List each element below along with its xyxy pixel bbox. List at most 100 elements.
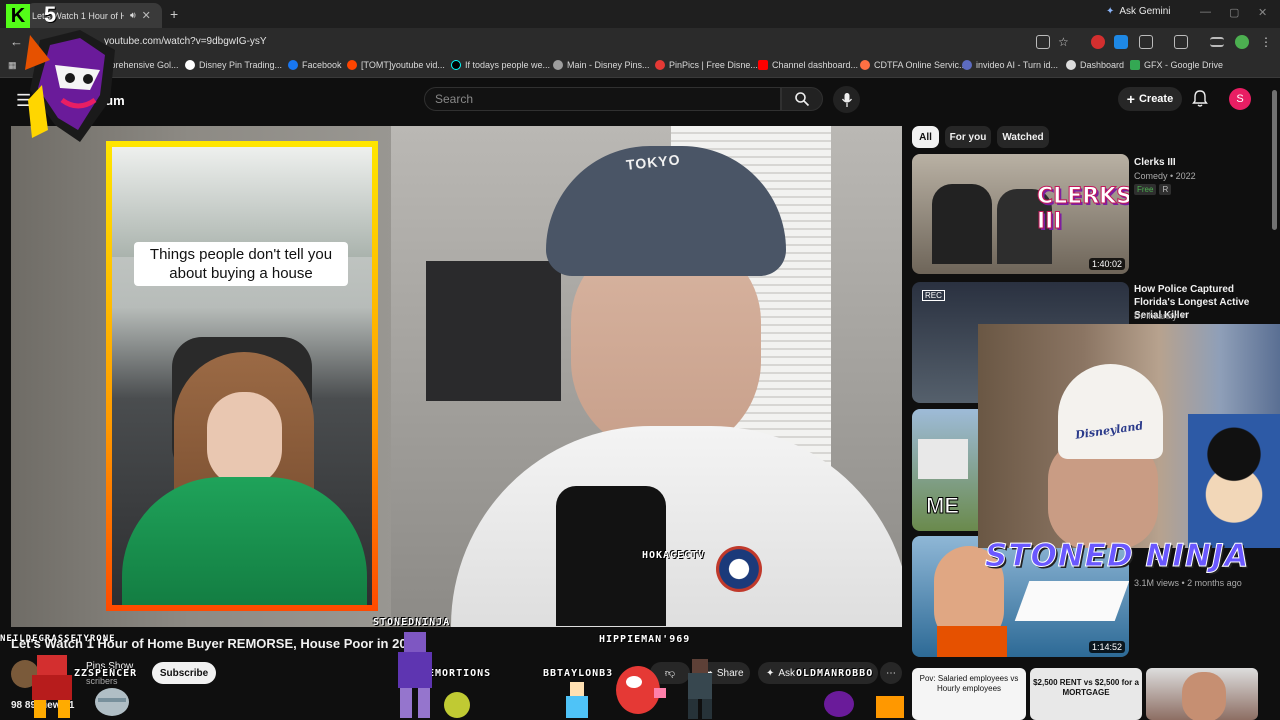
create-label: Create <box>1138 93 1174 105</box>
woman-hoodie <box>122 477 367 605</box>
google-drive-icon <box>1130 60 1140 70</box>
subscribe-button[interactable]: Subscribe <box>152 662 216 684</box>
short-thumbnail[interactable]: Pov: Salaried employees vs Hourly employ… <box>912 668 1026 720</box>
chat-name-stoned: STONEDNINJA <box>373 617 451 628</box>
extension-blue-icon[interactable] <box>1114 35 1128 49</box>
chip-watched[interactable]: Watched <box>997 126 1049 148</box>
microphone-icon <box>841 92 852 107</box>
sparkle-icon: ✦ <box>766 667 775 679</box>
bookmark-item[interactable]: CDTFA Online Servic... <box>860 60 967 70</box>
create-button[interactable]: + Create <box>1118 87 1182 111</box>
menu-dots-icon[interactable]: ⋮ <box>1260 35 1274 49</box>
new-tab-icon[interactable]: + <box>170 6 178 22</box>
tiktok-caption: Things people don't tell you about buyin… <box>134 242 348 286</box>
related-title[interactable]: Clerks III <box>1134 156 1272 169</box>
search-button[interactable] <box>781 87 823 111</box>
dashboard-icon <box>1066 60 1076 70</box>
bookmark-item[interactable]: Main - Disney Pins... <box>553 60 650 70</box>
mickey-blanket <box>1188 414 1280 548</box>
chip-all[interactable]: All <box>912 126 939 148</box>
ask-gemini-button[interactable]: ✦ Ask Gemini <box>1106 6 1171 17</box>
thumb-face <box>1182 672 1226 720</box>
maximize-icon[interactable]: ▢ <box>1229 6 1239 19</box>
thumb-ship <box>1014 581 1129 621</box>
bookmark-item[interactable]: Channel dashboard... <box>758 60 858 70</box>
ask-label: Ask <box>778 667 796 679</box>
minimize-icon[interactable]: — <box>1200 6 1211 18</box>
thumb-vest <box>937 626 1007 657</box>
streamer-name-overlay: STONED NINJA <box>984 538 1250 575</box>
search-input[interactable]: Search <box>424 87 781 111</box>
thumb-text: ME <box>926 493 960 519</box>
verified-icon: ✔︎ <box>1179 311 1188 321</box>
thumb-house <box>918 439 968 479</box>
bookmark-item[interactable]: Dashboard <box>1066 60 1124 70</box>
related-badges: Free R <box>1134 184 1174 195</box>
chat-name-hokage: HOKAGECTV <box>642 550 706 561</box>
bookmark-item[interactable]: GFX - Google Drive <box>1130 60 1223 70</box>
disney-icon <box>185 60 195 70</box>
profile-icon[interactable] <box>1235 35 1249 49</box>
channel-label: Dr Insanity <box>1134 311 1178 321</box>
install-app-icon[interactable] <box>1036 35 1050 49</box>
duration-badge: 1:40:02 <box>1088 258 1125 270</box>
invideo-icon <box>962 60 972 70</box>
short-caption: Pov: Salaried employees vs Hourly employ… <box>919 674 1019 693</box>
related-thumbnail[interactable]: CLERKS III 1:40:02 <box>912 154 1129 274</box>
related-meta: Comedy • 2022 <box>1134 171 1196 181</box>
free-badge: Free <box>1134 184 1157 195</box>
bookmark-item[interactable]: [TOMT]youtube vid... <box>347 60 445 70</box>
tab-close-icon[interactable]: ✕ <box>142 9 151 22</box>
window-close-icon[interactable]: ✕ <box>1258 6 1267 19</box>
duration-badge: 1:14:52 <box>1088 641 1125 653</box>
chat-name-oldman: OLDMANROBBO <box>796 668 874 679</box>
youtube-icon <box>758 60 768 70</box>
video-title: Let's Watch 1 Hour of Home Buyer REMORSE… <box>11 636 422 651</box>
notifications-button[interactable] <box>1192 90 1208 113</box>
sprite-icon <box>444 692 470 718</box>
media-controls-icon[interactable] <box>1210 37 1224 47</box>
short-thumbnail[interactable] <box>1146 668 1258 720</box>
bookmark-item[interactable]: PinPics | Free Disne... <box>655 60 758 70</box>
sprite-icon <box>398 632 432 718</box>
sprite-icon <box>95 688 129 716</box>
bookmark-label: PinPics | Free Disne... <box>669 60 758 70</box>
short-caption: $2,500 RENT vs $2,500 for a MORTGAGE <box>1033 678 1139 697</box>
streamer-cap <box>1058 364 1163 459</box>
kick-k-icon: K <box>6 4 30 28</box>
short-thumbnail[interactable]: $2,500 RENT vs $2,500 for a MORTGAGE <box>1030 668 1142 720</box>
apps-grid-icon[interactable]: ▦ <box>8 60 17 71</box>
page-scrollbar[interactable] <box>1272 90 1277 230</box>
extensions-puzzle-icon[interactable] <box>1139 35 1153 49</box>
more-actions-button[interactable]: ⋯ <box>880 662 902 684</box>
screen: Let's Watch 1 Hour of Home 🔊︎ ✕ + ✦ Ask … <box>0 0 1280 720</box>
bookmark-item[interactable]: invideo AI - Turn id... <box>962 60 1058 70</box>
pin-icon <box>553 60 563 70</box>
bookmark-label: Disney Pin Trading... <box>199 60 283 70</box>
rating-badge: R <box>1159 184 1172 195</box>
user-avatar[interactable]: S <box>1229 88 1251 110</box>
bookmark-label: Main - Disney Pins... <box>567 60 650 70</box>
browser-tab-bar: Let's Watch 1 Hour of Home 🔊︎ ✕ + ✦ Ask … <box>0 0 1280 28</box>
bookmark-star-icon[interactable]: ☆ <box>1058 35 1072 49</box>
chip-for-you[interactable]: For you <box>945 126 991 148</box>
chat-name-spencer: ZZSPENCER <box>74 668 138 679</box>
extension-red-icon[interactable] <box>1091 35 1105 49</box>
sprite-icon <box>688 659 712 719</box>
bookmark-label: Facebook <box>302 60 342 70</box>
plus-icon: + <box>1126 91 1135 107</box>
side-panel-icon[interactable] <box>1174 35 1188 49</box>
speaker-icon[interactable]: 🔊︎ <box>130 10 136 21</box>
thumb-text: CLERKS III <box>1036 184 1129 235</box>
bookmark-label: Dashboard <box>1080 60 1125 70</box>
bookmark-item[interactable]: If todays people we... <box>451 60 550 70</box>
bookmark-item[interactable]: Disney Pin Trading... <box>185 60 282 70</box>
bookmark-label: CDTFA Online Servic... <box>874 60 967 70</box>
gemini-sparkle-icon: ✦ <box>1106 6 1115 17</box>
browser-toolbar: ← ↻ youtube.com/watch?v=9dbgwIG-ysY ☆ ⋮ <box>0 28 1280 56</box>
more-dots-icon: ⋯ <box>886 667 896 679</box>
voice-search-button[interactable] <box>833 86 860 113</box>
bookmark-item[interactable]: Facebook <box>288 60 342 70</box>
car-roof <box>112 147 372 257</box>
bookmark-label: invideo AI - Turn id... <box>976 60 1059 70</box>
